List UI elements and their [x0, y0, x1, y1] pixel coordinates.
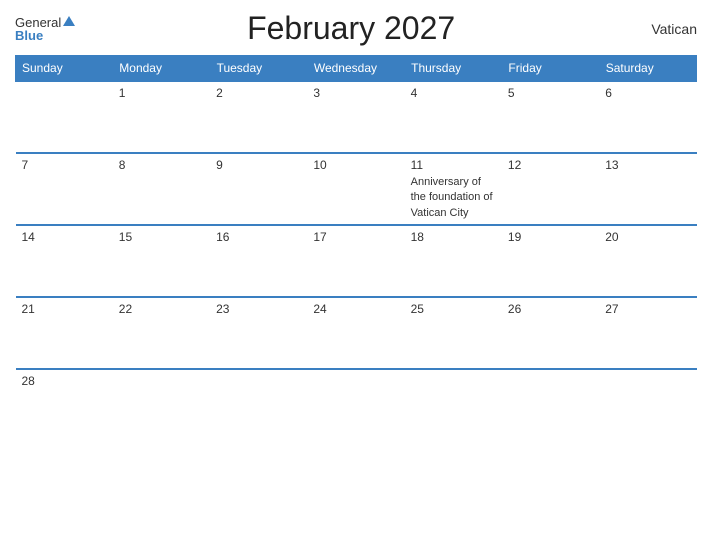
table-row [113, 369, 210, 441]
day-number: 6 [605, 86, 690, 100]
table-row: 25 [405, 297, 502, 369]
calendar-header: General Blue February 2027 Vatican [15, 10, 697, 47]
table-row [405, 369, 502, 441]
day-number: 20 [605, 230, 690, 244]
calendar-week-row: 14 15 16 17 18 19 20 [16, 225, 697, 297]
table-row [599, 369, 696, 441]
day-number: 14 [22, 230, 107, 244]
calendar-title: February 2027 [75, 10, 627, 47]
day-number: 10 [313, 158, 398, 172]
col-thursday: Thursday [405, 56, 502, 82]
table-row: 9 [210, 153, 307, 225]
calendar-week-row: 28 [16, 369, 697, 441]
day-number: 17 [313, 230, 398, 244]
table-row: 19 [502, 225, 599, 297]
logo-blue-text: Blue [15, 29, 75, 42]
day-number: 12 [508, 158, 593, 172]
table-row [16, 81, 113, 153]
table-row: 5 [502, 81, 599, 153]
day-number: 5 [508, 86, 593, 100]
calendar-table: Sunday Monday Tuesday Wednesday Thursday… [15, 55, 697, 441]
table-row: 27 [599, 297, 696, 369]
table-row: 22 [113, 297, 210, 369]
day-number: 8 [119, 158, 204, 172]
logo-triangle-icon [63, 16, 75, 26]
day-number: 1 [119, 86, 204, 100]
table-row: 7 [16, 153, 113, 225]
table-row: 20 [599, 225, 696, 297]
calendar-week-row: 789 10 11 Anniversary of the foundation of … [16, 153, 697, 225]
col-saturday: Saturday [599, 56, 696, 82]
logo: General Blue [15, 16, 75, 42]
table-row: 16 [210, 225, 307, 297]
day-number: 9 [216, 158, 301, 172]
day-number: 21 [22, 302, 107, 316]
table-row: 6 [599, 81, 696, 153]
day-number: 4 [411, 86, 496, 100]
table-row: 26 [502, 297, 599, 369]
table-row: 18 [405, 225, 502, 297]
calendar-header-row: Sunday Monday Tuesday Wednesday Thursday… [16, 56, 697, 82]
table-row: 15 [113, 225, 210, 297]
country-label: Vatican [627, 21, 697, 37]
day-number: 27 [605, 302, 690, 316]
col-tuesday: Tuesday [210, 56, 307, 82]
day-number: 16 [216, 230, 301, 244]
table-row: 17 [307, 225, 404, 297]
day-number: 28 [22, 374, 107, 388]
logo-general-text: General [15, 16, 61, 29]
day-number: 26 [508, 302, 593, 316]
table-row: 13 [599, 153, 696, 225]
table-row: 4 [405, 81, 502, 153]
table-row [307, 369, 404, 441]
day-number: 18 [411, 230, 496, 244]
table-row [210, 369, 307, 441]
table-row: 11 Anniversary of the foundation of Vatic… [405, 153, 502, 225]
calendar-page: General Blue February 2027 Vatican Sunda… [0, 0, 712, 550]
col-friday: Friday [502, 56, 599, 82]
day-number: 11 [411, 158, 496, 172]
table-row: 8 [113, 153, 210, 225]
table-row: 1 [113, 81, 210, 153]
table-row: 2 [210, 81, 307, 153]
table-row: 10 [307, 153, 404, 225]
table-row: 3 [307, 81, 404, 153]
day-number: 19 [508, 230, 593, 244]
table-row: 28 [16, 369, 113, 441]
col-monday: Monday [113, 56, 210, 82]
calendar-week-row: 21 22 23 24 25 26 27 [16, 297, 697, 369]
calendar-week-row: 123456 [16, 81, 697, 153]
col-sunday: Sunday [16, 56, 113, 82]
day-number: 3 [313, 86, 398, 100]
table-row: 21 [16, 297, 113, 369]
day-number: 7 [22, 158, 107, 172]
table-row: 14 [16, 225, 113, 297]
day-number: 22 [119, 302, 204, 316]
day-number: 25 [411, 302, 496, 316]
table-row: 24 [307, 297, 404, 369]
day-number: 15 [119, 230, 204, 244]
day-number: 24 [313, 302, 398, 316]
day-number: 2 [216, 86, 301, 100]
day-number: 23 [216, 302, 301, 316]
table-row: 23 [210, 297, 307, 369]
day-number: 13 [605, 158, 690, 172]
table-row: 12 [502, 153, 599, 225]
event-label: Anniversary of the foundation of Vatican… [411, 176, 493, 219]
table-row [502, 369, 599, 441]
col-wednesday: Wednesday [307, 56, 404, 82]
